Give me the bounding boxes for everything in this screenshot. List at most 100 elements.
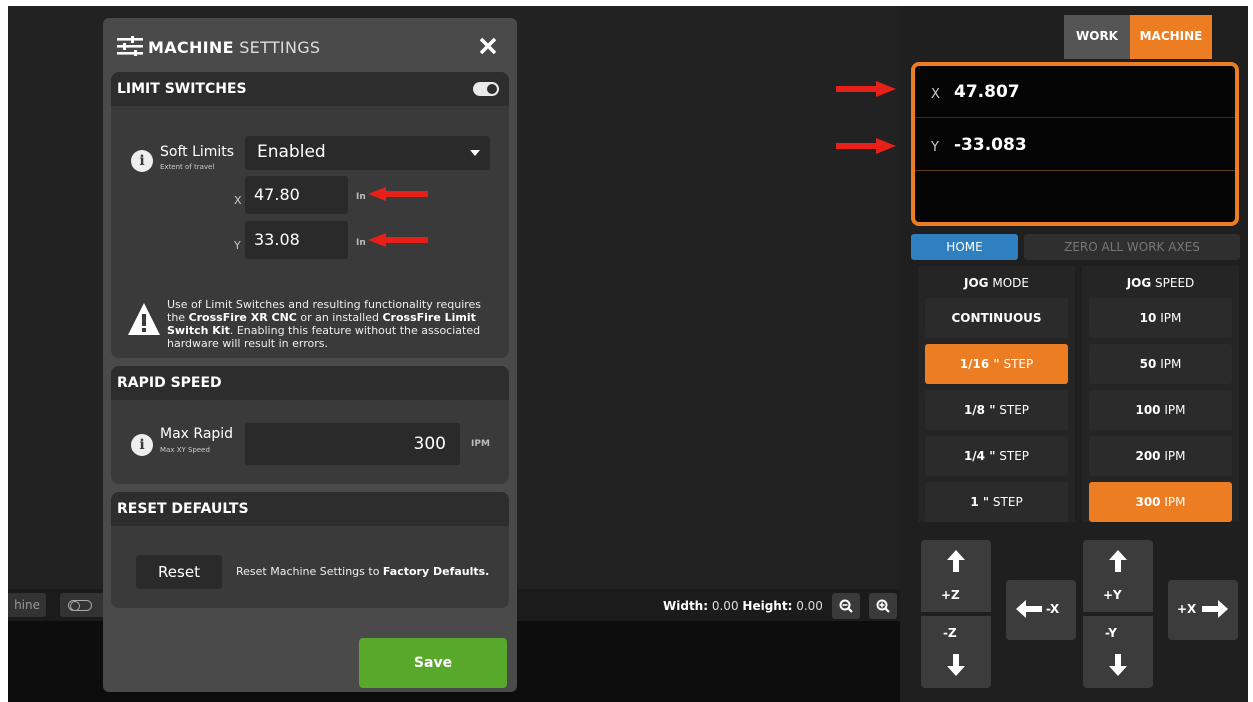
minus-z-label[interactable]: -Z <box>943 626 957 640</box>
modal-header: MACHINE SETTINGS <box>103 18 517 72</box>
warning-text-2: or an installed <box>296 311 383 324</box>
sliders-icon <box>117 36 143 56</box>
x-limit-input[interactable]: 47.80 <box>245 176 348 214</box>
y-limit-input[interactable]: 33.08 <box>245 221 348 259</box>
jog-y-button-group: +Y -Y <box>1083 540 1153 688</box>
arrow-down-icon[interactable] <box>947 654 965 676</box>
jog-mode-label: CONTINUOUS <box>951 311 1042 325</box>
warning-icon <box>128 303 160 335</box>
machine-view-button[interactable]: hine <box>8 593 46 617</box>
plus-y-label[interactable]: +Y <box>1103 588 1122 602</box>
plus-z-label[interactable]: +Z <box>941 588 960 602</box>
close-icon[interactable] <box>479 37 497 55</box>
x-axis-label: X <box>234 194 242 207</box>
limit-switches-section: LIMIT SWITCHES i Soft Limits Extent of t… <box>111 72 509 358</box>
jog-speed-10[interactable]: 10 IPM <box>1089 298 1232 338</box>
info-icon[interactable]: i <box>131 150 153 172</box>
height-value: 0.00 <box>796 599 823 613</box>
warning-text-bold-1: CrossFire XR CNC <box>188 311 297 324</box>
max-rapid-unit: IPM <box>471 439 490 449</box>
jog-speed-value: 100 <box>1135 403 1161 417</box>
canvas-dimensions: Width: 0.00 Height: 0.00 <box>663 599 823 613</box>
jog-z-button-group: +Z -Z <box>921 540 991 688</box>
chevron-down-icon <box>470 150 480 156</box>
jog-speed-200[interactable]: 200 IPM <box>1089 436 1232 476</box>
divider <box>921 612 991 616</box>
reset-button[interactable]: Reset <box>136 555 222 589</box>
reset-defaults-header: RESET DEFAULTS <box>111 492 509 526</box>
jog-speed-50[interactable]: 50 IPM <box>1089 344 1232 384</box>
jog-speed-header: JOG SPEED <box>1082 276 1239 290</box>
jog-speed-head-rest: SPEED <box>1151 276 1195 290</box>
rapid-speed-section: RAPID SPEED i Max Rapid Max XY Speed 300… <box>111 366 509 484</box>
minus-y-label[interactable]: -Y <box>1105 626 1117 640</box>
annotation-arrow-icon <box>368 187 428 201</box>
annotation-arrow-icon <box>836 81 896 97</box>
tab-work[interactable]: WORK <box>1064 15 1130 59</box>
toggle-icon <box>68 600 92 611</box>
jog-speed-value: 50 <box>1139 357 1157 371</box>
soft-limits-label: Soft Limits <box>160 144 235 160</box>
jog-mode-label: 1/8 " <box>963 403 996 417</box>
save-button[interactable]: Save <box>359 638 507 688</box>
width-label: Width: <box>663 599 709 613</box>
zoom-out-icon <box>839 599 853 613</box>
reset-text: Reset Machine Settings to <box>236 565 383 578</box>
jog-speed-100[interactable]: 100 IPM <box>1089 390 1232 430</box>
zero-all-work-axes-button[interactable]: ZERO ALL WORK AXES <box>1024 234 1240 260</box>
jog-mode-suffix: STEP <box>995 449 1030 463</box>
limit-switch-warning: Use of Limit Switches and resulting func… <box>167 298 497 350</box>
minus-x-label: -X <box>1046 602 1060 616</box>
coord-axis-label: X <box>931 87 940 102</box>
max-rapid-value: 300 <box>413 434 446 454</box>
y-limit-value: 33.08 <box>254 230 300 249</box>
reset-text-bold: Factory Defaults. <box>382 565 490 578</box>
jog-mode-1-16-step[interactable]: 1/16 " STEP <box>925 344 1068 384</box>
jog-mode-1-4-step[interactable]: 1/4 " STEP <box>925 436 1068 476</box>
jog-mode-suffix: STEP <box>989 495 1023 509</box>
info-icon[interactable]: i <box>131 434 153 456</box>
arrow-down-icon[interactable] <box>1109 654 1127 676</box>
home-button[interactable]: HOME <box>911 234 1018 260</box>
zoom-in-button[interactable] <box>869 593 897 619</box>
jog-speed-unit: IPM <box>1160 403 1186 417</box>
jog-mode-continuous[interactable]: CONTINUOUS <box>925 298 1068 338</box>
soft-limits-value: Enabled <box>257 142 326 162</box>
jog-mode-1-8-step[interactable]: 1/8 " STEP <box>925 390 1068 430</box>
machine-control-panel: WORK MACHINE X 47.807 Y -33.083 HOME ZER… <box>900 6 1248 702</box>
arrow-left-icon <box>1016 600 1042 618</box>
jog-speed-column: JOG SPEED 10 IPM 50 IPM 100 IPM 200 IPM … <box>1082 266 1239 522</box>
jog-mode-label: 1/4 " <box>963 449 996 463</box>
jog-mode-label: 1/16 " <box>959 357 1000 371</box>
machine-settings-modal: MACHINE SETTINGS LIMIT SWITCHES i Soft L… <box>103 18 517 692</box>
jog-mode-suffix: STEP <box>995 403 1030 417</box>
coord-value-x: 47.807 <box>954 82 1020 102</box>
jog-mode-header: JOG MODE <box>918 276 1075 290</box>
reset-defaults-section: RESET DEFAULTS Reset Reset Machine Setti… <box>111 492 509 608</box>
arrow-right-icon <box>1202 600 1228 618</box>
title-light: SETTINGS <box>239 38 321 57</box>
jog-plus-x-button[interactable]: +X <box>1168 580 1238 640</box>
coord-row-x: X 47.807 <box>915 68 1235 118</box>
arrow-up-icon[interactable] <box>947 550 965 572</box>
tab-machine[interactable]: MACHINE <box>1130 15 1212 59</box>
reset-defaults-title: RESET DEFAULTS <box>117 501 249 517</box>
jog-mode-column: JOG MODE CONTINUOUS 1/16 " STEP 1/8 " ST… <box>918 266 1075 522</box>
limit-switches-title: LIMIT SWITCHES <box>117 81 247 97</box>
x-unit-label: In <box>356 192 366 202</box>
jog-mode-1-step[interactable]: 1 " STEP <box>925 482 1068 522</box>
app-window: hine Width: 0.00 Height: 0.00 MACHINE SE… <box>8 6 1248 702</box>
jog-speed-head-bold: JOG <box>1126 276 1152 290</box>
jog-mode-head-bold: JOG <box>964 276 989 290</box>
jog-minus-x-button[interactable]: -X <box>1006 580 1076 640</box>
max-rapid-input[interactable]: 300 <box>245 423 460 465</box>
soft-limits-select[interactable]: Enabled <box>245 136 490 170</box>
arrow-up-icon[interactable] <box>1109 550 1127 572</box>
limit-switches-toggle[interactable] <box>473 82 499 96</box>
width-value: 0.00 <box>711 599 739 613</box>
zoom-out-button[interactable] <box>832 593 860 619</box>
coord-value-y: -33.083 <box>954 135 1027 155</box>
rapid-speed-title: RAPID SPEED <box>117 375 222 391</box>
annotation-arrow-icon <box>368 233 428 247</box>
jog-speed-300[interactable]: 300 IPM <box>1089 482 1232 522</box>
